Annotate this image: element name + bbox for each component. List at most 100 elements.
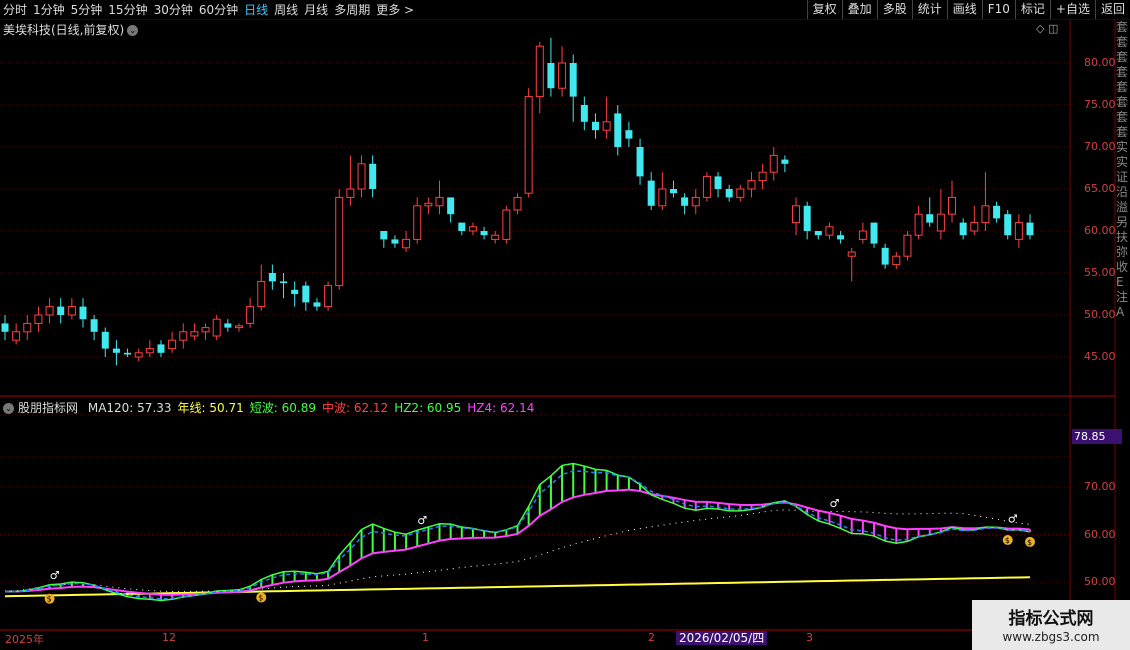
candle (547, 37, 555, 97)
candle (691, 189, 700, 215)
watermark: 指标公式网 www.zbgs3.com (972, 600, 1130, 650)
candle (858, 222, 867, 244)
candle (792, 197, 801, 236)
indicator-tick-label: 60.00 (1084, 527, 1116, 541)
indicator-series (4, 462, 1031, 602)
price-tick-label: 45.00 (1084, 350, 1116, 363)
candle (926, 197, 934, 227)
candle (591, 113, 599, 139)
svg-text:$: $ (1005, 536, 1010, 545)
candle (658, 172, 667, 210)
right-column-char: 套 (1116, 110, 1129, 124)
candle (302, 281, 310, 311)
candle (224, 319, 232, 332)
candle (335, 189, 344, 290)
right-column-char: 弥 (1116, 245, 1129, 259)
candle (257, 264, 266, 311)
candle (402, 231, 411, 252)
right-column-char: 溢 (1116, 200, 1129, 214)
candle (903, 231, 912, 261)
kline-chart[interactable]: $ $ $ $ ♂ ♂ ♂ ♂ (0, 0, 1130, 650)
svg-text:$: $ (47, 595, 52, 604)
indicator-tick-label: 70.00 (1084, 480, 1116, 493)
money-bag-icon: $ (256, 592, 267, 603)
candle (357, 155, 366, 198)
candle (669, 180, 677, 198)
candle (569, 54, 577, 122)
right-column-char: 注 (1116, 290, 1129, 304)
candle (524, 88, 533, 198)
candle (435, 180, 444, 215)
right-column-char: 套 (1116, 125, 1129, 139)
indicator-grid (0, 414, 1070, 583)
candle (480, 226, 488, 240)
right-column-char: A (1116, 305, 1125, 319)
candle (580, 96, 588, 131)
candle (124, 348, 132, 357)
candle (458, 222, 466, 236)
candle (168, 331, 177, 353)
money-bag-icon: $ (1002, 534, 1013, 545)
signal-arrow-icon: ♂ (829, 497, 839, 510)
time-axis-label: 12 (162, 631, 176, 644)
candle (725, 184, 733, 202)
candle (324, 281, 333, 311)
indicator-legend: ⌄ 股朋指标网 MA120: 57.33 年线: 50.71 短波: 60.89 中波:… (3, 399, 540, 416)
candle (134, 348, 143, 362)
right-column-char: 实 (1116, 140, 1129, 154)
right-column-char: 沿 (1116, 185, 1129, 199)
candle (157, 340, 165, 357)
right-column-char: 另 (1116, 215, 1129, 229)
right-column-char: 套 (1116, 80, 1129, 94)
candle (614, 105, 622, 156)
candle (313, 298, 321, 311)
price-tick-label: 65.00 (1084, 182, 1116, 195)
candle (1014, 214, 1023, 248)
candle (1004, 210, 1012, 240)
candle (769, 147, 778, 181)
time-axis-label: 2025年 (5, 633, 44, 646)
candle (391, 235, 399, 248)
candle (781, 155, 789, 173)
right-column-char: E (1116, 275, 1124, 289)
chevron-down-icon[interactable]: ⌄ (3, 403, 14, 414)
candle (468, 222, 477, 236)
candle (369, 155, 377, 198)
candle (625, 121, 633, 147)
signal-arrow-icon: ♂ (417, 514, 427, 527)
price-tick-label: 80.00 (1084, 56, 1116, 69)
candle (758, 163, 767, 189)
candle (747, 172, 756, 198)
candle (212, 315, 221, 341)
candle (870, 222, 878, 248)
candle (246, 298, 255, 328)
candle (914, 205, 923, 240)
candle (201, 323, 210, 341)
watermark-url: www.zbgs3.com (1002, 630, 1100, 644)
candle (948, 180, 957, 223)
right-info-column: 套套套套套套套套实实证沿溢另扶弥收E注A (1116, 20, 1130, 630)
signal-arrow-icon: ♂ (50, 569, 60, 582)
candle (291, 281, 299, 307)
legend-item-1: 年线: 50.71 (177, 401, 244, 415)
candle (57, 298, 65, 324)
candle (881, 243, 889, 269)
candle (145, 340, 154, 357)
price-tick-label: 75.00 (1084, 98, 1116, 111)
right-column-char: 套 (1116, 65, 1129, 79)
price-tick-label: 50.00 (1084, 308, 1116, 321)
money-bag-icon: $ (1025, 536, 1035, 547)
right-column-char: 实 (1116, 155, 1129, 169)
right-column-char: 扶 (1116, 230, 1129, 244)
legend-item-5: HZ4: 62.14 (467, 401, 535, 415)
candle (714, 172, 722, 198)
legend-item-4: HZ2: 60.95 (394, 401, 462, 415)
candle (936, 189, 945, 240)
candle (234, 323, 243, 332)
right-column-char: 套 (1116, 50, 1129, 64)
candle (513, 193, 522, 215)
indicator-name: 股朋指标网 (18, 401, 79, 415)
right-column-char: 收 (1116, 260, 1129, 274)
candle (346, 155, 355, 206)
candle (814, 231, 822, 240)
